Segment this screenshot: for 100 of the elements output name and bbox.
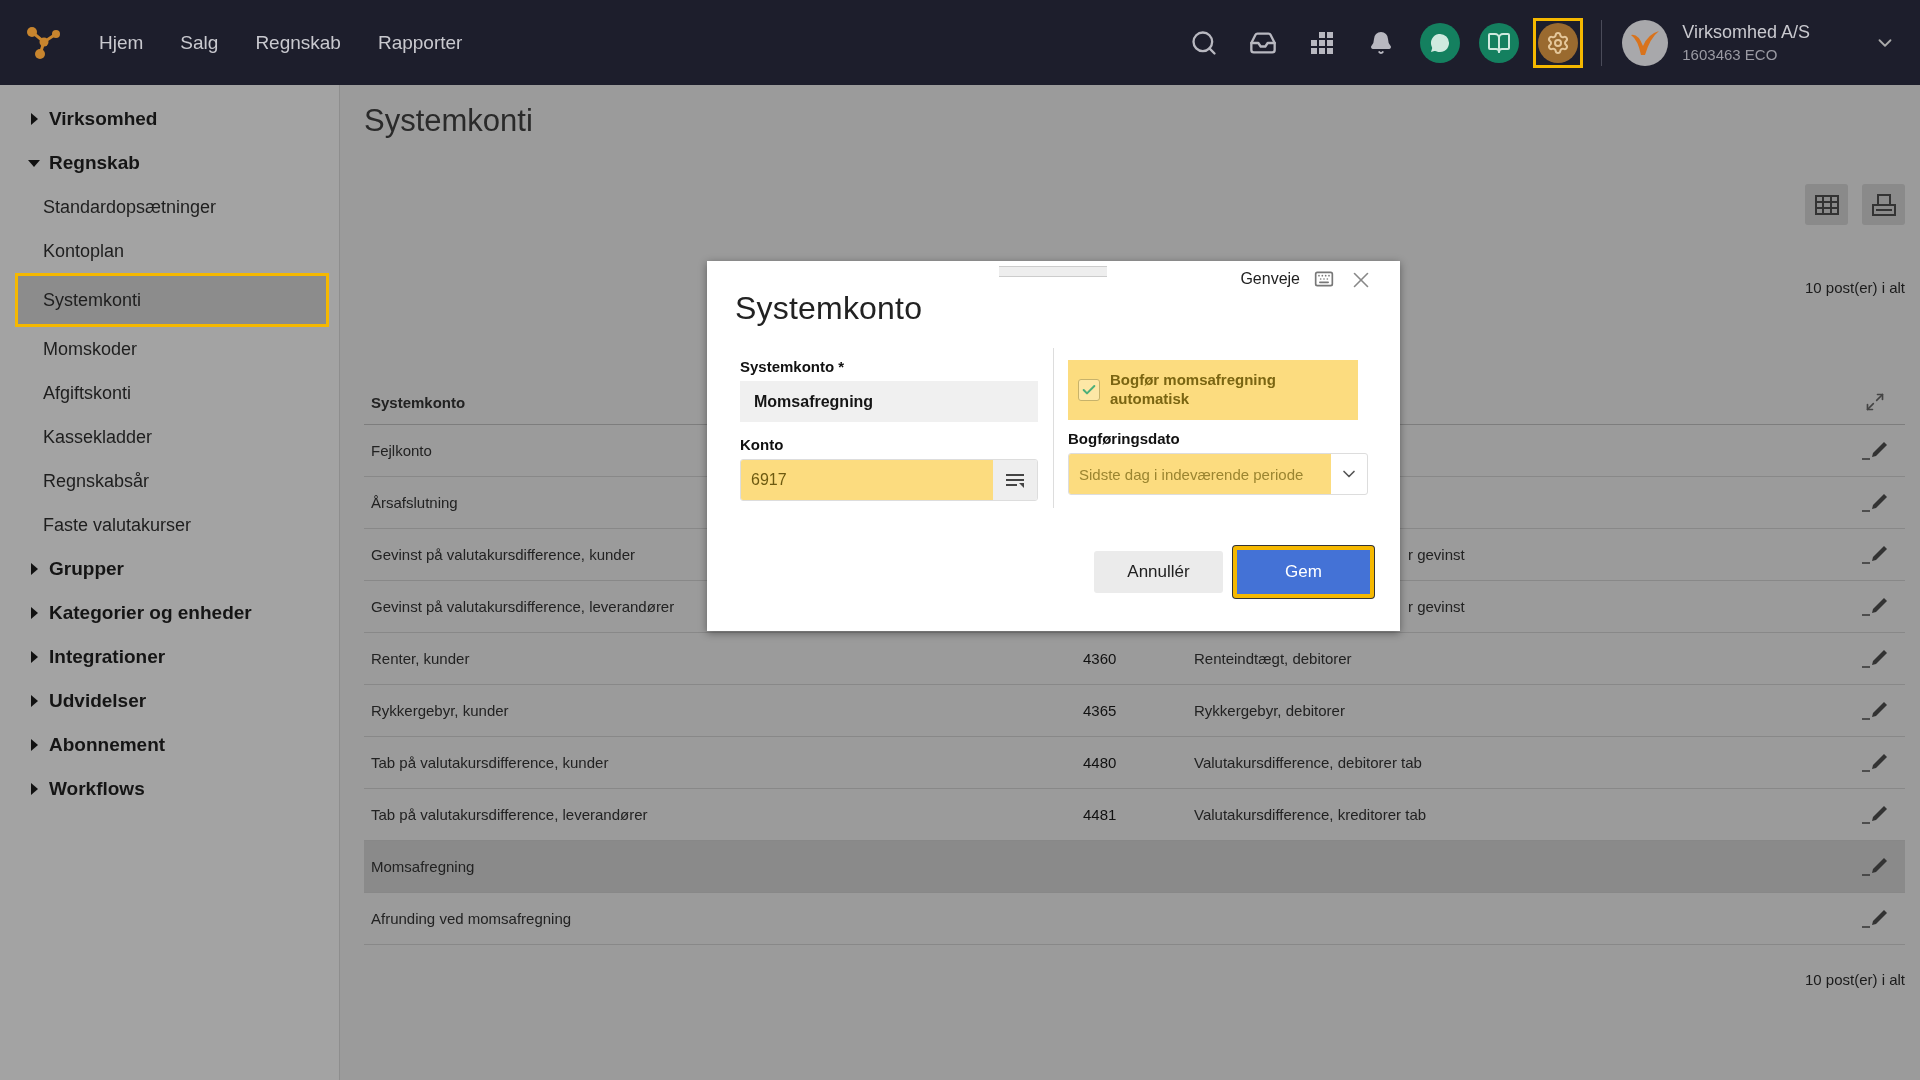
caret-right-icon <box>28 607 40 619</box>
table-row[interactable]: Momsafregning <box>364 841 1905 893</box>
nav-link[interactable]: Regnskab <box>255 31 341 54</box>
caret-right-icon <box>28 563 40 575</box>
search-icon <box>1190 28 1219 57</box>
caret-down-icon <box>28 157 40 169</box>
bell-icon <box>1369 30 1394 55</box>
table-cell: Tab på valutakursdifference, leverandører <box>371 806 648 823</box>
table-row[interactable]: Afrunding ved momsafregning <box>364 893 1905 945</box>
dialog-title: Systemkonto <box>735 290 923 327</box>
expand-icon <box>1865 392 1885 412</box>
field-label: Systemkonto * <box>740 358 846 375</box>
table-cell: r gevinst <box>1408 546 1465 563</box>
checkbox[interactable] <box>1078 379 1100 401</box>
edit-button[interactable] <box>1860 803 1890 826</box>
company-name: Virksomhed A/S <box>1682 22 1810 43</box>
nav-link[interactable]: Rapporter <box>377 31 463 54</box>
sidebar-group[interactable]: Grupper <box>0 547 339 591</box>
caret-right-icon <box>28 113 40 125</box>
table-cell: Rykkergebyr, kunder <box>371 702 509 719</box>
sidebar-item[interactable]: Kassekladder <box>0 415 339 459</box>
edit-pencil-icon <box>1860 543 1890 566</box>
auto-post-checkbox[interactable]: Bogfør momsafregning automatisk <box>1068 360 1358 420</box>
print-button[interactable] <box>1862 184 1905 225</box>
printer-icon <box>1870 192 1897 217</box>
table-cell: r gevinst <box>1408 598 1465 615</box>
edit-pencil-icon <box>1860 439 1890 462</box>
edit-pencil-icon <box>1860 803 1890 826</box>
table-cell-text: 4481 <box>1083 806 1118 823</box>
logo-icon[interactable] <box>26 25 62 60</box>
sidebar-group[interactable]: Virksomhed <box>0 97 339 141</box>
edit-pencil-icon <box>1860 699 1890 722</box>
caret-right-icon <box>28 651 40 663</box>
table-cell: Renteindtægt, debitorer <box>1194 650 1352 667</box>
edit-button[interactable] <box>1860 647 1890 670</box>
table-row[interactable]: Tab på valutakursdifference, kunder 4480 Valutakursdifference, debitorer tab <box>364 737 1905 789</box>
edit-button[interactable] <box>1860 907 1890 930</box>
table-row[interactable]: Renter, kunder 4360 Renteindtægt, debitorer <box>364 633 1905 685</box>
sidebar-group[interactable]: Udvidelser <box>0 679 339 723</box>
sidebar-group[interactable]: Abonnement <box>0 723 339 767</box>
edit-pencil-icon <box>1860 595 1890 618</box>
edit-pencil-icon <box>1860 491 1890 514</box>
edit-pencil-icon <box>1860 751 1890 774</box>
caret-right-icon <box>28 695 40 707</box>
sidebar-item[interactable]: Standardopsætninger <box>0 185 339 229</box>
edit-button[interactable] <box>1860 751 1890 774</box>
sidebar-item[interactable]: Kontoplan <box>0 229 339 273</box>
edit-button[interactable] <box>1860 491 1890 514</box>
table-cell: Tab på valutakursdifference, kunder <box>371 754 609 771</box>
caret-right-icon <box>28 739 40 751</box>
sidebar-group[interactable]: Kategorier og enheder <box>0 591 339 635</box>
drag-handle[interactable] <box>999 266 1107 277</box>
nav-link[interactable]: Hjem <box>99 31 144 54</box>
edit-button[interactable] <box>1860 595 1890 618</box>
caret-right-icon <box>28 783 40 795</box>
page-title: Systemkonti <box>364 103 534 139</box>
settings-button[interactable] <box>1533 17 1584 68</box>
book-icon <box>1487 30 1512 55</box>
keyboard-icon <box>1314 269 1334 289</box>
shortcuts-button[interactable]: Genveje <box>1240 269 1334 289</box>
field-label: Bogføringsdato <box>1068 430 1181 447</box>
table-cell: Valutakursdifference, debitorer tab <box>1194 754 1422 771</box>
edit-button[interactable] <box>1860 439 1890 462</box>
gear-icon <box>1546 30 1571 55</box>
sidebar-item[interactable]: Momskoder <box>0 327 339 371</box>
company-id: 1603463 ECO <box>1682 46 1779 63</box>
table-cell-text: 4480 <box>1083 754 1118 771</box>
table-cell: Afrunding ved momsafregning <box>371 910 572 927</box>
apps-grid-icon <box>1310 30 1335 55</box>
table-cell: Valutakursdifference, kreditorer tab <box>1194 806 1427 823</box>
edit-button[interactable] <box>1860 543 1890 566</box>
table-cell: Momsafregning <box>371 858 475 875</box>
edit-pencil-icon <box>1860 855 1890 878</box>
table-cell-text: 4365 <box>1083 702 1118 719</box>
sidebar-item[interactable]: Afgiftskonti <box>0 371 339 415</box>
table-icon <box>1814 194 1839 215</box>
table-row[interactable]: Rykkergebyr, kunder 4365 Rykkergebyr, debitorer <box>364 685 1905 737</box>
save-button[interactable]: Gem <box>1233 546 1374 598</box>
table-cell: Renter, kunder <box>371 650 470 667</box>
sidebar-group[interactable]: Regnskab <box>0 141 339 185</box>
table-cell: Årsafslutning <box>371 494 458 511</box>
field-label: Konto <box>740 436 785 453</box>
edit-button[interactable] <box>1860 855 1890 878</box>
sidebar-item[interactable]: Systemkonti <box>15 273 329 327</box>
checkbox-label: Bogfør momsafregning automatisk <box>1110 371 1277 409</box>
edit-pencil-icon <box>1860 907 1890 930</box>
sidebar-group[interactable]: Integrationer <box>0 635 339 679</box>
systemkonto-field: Momsafregning <box>740 381 1038 422</box>
edit-button[interactable] <box>1860 699 1890 722</box>
record-count: 10 post(er) i alt <box>1804 971 1905 988</box>
record-count: 10 post(er) i alt <box>1804 279 1905 296</box>
table-cell-text: 4360 <box>1083 650 1118 667</box>
table-cell: Gevinst på valutakursdifference, kunder <box>371 546 636 563</box>
cancel-button[interactable]: Annullér <box>1094 551 1223 593</box>
table-view-button[interactable] <box>1805 184 1848 225</box>
sidebar-item[interactable]: Faste valutakurser <box>0 503 339 547</box>
edit-pencil-icon <box>1860 647 1890 670</box>
sidebar-group[interactable]: Workflows <box>0 767 339 811</box>
sidebar-item[interactable]: Regnskabsår <box>0 459 339 503</box>
nav-link[interactable]: Salg <box>180 31 219 54</box>
